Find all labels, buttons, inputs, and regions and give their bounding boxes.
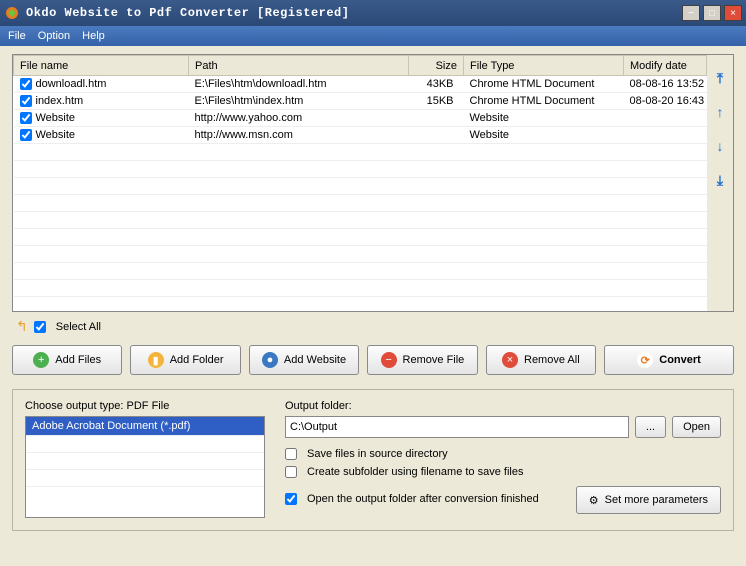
globe-icon: ● (262, 352, 278, 368)
minus-icon: − (381, 352, 397, 368)
output-type-list[interactable]: Adobe Acrobat Document (*.pdf) (25, 416, 265, 518)
col-size[interactable]: Size (409, 56, 464, 76)
row-checkbox[interactable] (20, 95, 32, 107)
remove-file-button[interactable]: −Remove File (367, 345, 477, 375)
create-subfolder-checkbox[interactable] (285, 466, 297, 478)
table-row[interactable]: downloadl.htmE:\Files\htm\downloadl.htm4… (14, 76, 707, 93)
table-row[interactable]: Websitehttp://www.yahoo.comWebsite (14, 110, 707, 127)
open-after-label: Open the output folder after conversion … (307, 493, 539, 505)
reorder-buttons: ⤒ ↑ ↓ ⤓ (707, 55, 733, 311)
table-header: File name Path Size File Type Modify dat… (14, 56, 707, 76)
row-checkbox[interactable] (20, 78, 32, 90)
remove-all-button[interactable]: ×Remove All (486, 345, 596, 375)
open-folder-button[interactable]: Open (672, 416, 721, 438)
titlebar: Okdo Website to Pdf Converter [Registere… (0, 0, 746, 26)
create-subfolder-label: Create subfolder using filename to save … (307, 466, 523, 478)
row-checkbox[interactable] (20, 129, 32, 141)
save-source-checkbox[interactable] (285, 448, 297, 460)
select-all-label: Select All (56, 321, 101, 333)
file-list: File name Path Size File Type Modify dat… (12, 54, 734, 312)
open-after-checkbox[interactable] (285, 493, 297, 505)
add-folder-button[interactable]: ▮Add Folder (130, 345, 240, 375)
row-checkbox[interactable] (20, 112, 32, 124)
table-row[interactable]: index.htmE:\Files\htm\index.htm15KBChrom… (14, 93, 707, 110)
move-down-button[interactable]: ↓ (711, 137, 729, 155)
plus-icon: + (33, 352, 49, 368)
choose-type-label: Choose output type: (25, 400, 123, 412)
col-path[interactable]: Path (189, 56, 409, 76)
folder-icon: ▮ (148, 352, 164, 368)
app-icon (4, 5, 20, 21)
move-top-button[interactable]: ⤒ (711, 69, 729, 87)
menu-help[interactable]: Help (82, 30, 105, 42)
col-filename[interactable]: File name (14, 56, 189, 76)
col-date[interactable]: Modify date (624, 56, 707, 76)
convert-icon: ⟳ (637, 352, 653, 368)
x-icon: × (502, 352, 518, 368)
browse-button[interactable]: ... (635, 416, 666, 438)
maximize-button[interactable]: □ (703, 5, 721, 21)
menubar: File Option Help (0, 26, 746, 46)
menu-option[interactable]: Option (38, 30, 70, 42)
move-up-button[interactable]: ↑ (711, 103, 729, 121)
output-folder-label: Output folder: (285, 400, 721, 412)
output-folder-input[interactable] (285, 416, 629, 438)
gear-icon: ⚙ (589, 494, 599, 507)
menu-file[interactable]: File (8, 30, 26, 42)
minimize-button[interactable]: − (682, 5, 700, 21)
move-bottom-button[interactable]: ⤓ (711, 171, 729, 189)
more-parameters-button[interactable]: ⚙Set more parameters (576, 486, 721, 514)
add-website-button[interactable]: ●Add Website (249, 345, 359, 375)
close-button[interactable]: × (724, 5, 742, 21)
table-row[interactable]: Websitehttp://www.msn.comWebsite (14, 127, 707, 144)
up-folder-icon[interactable]: ↰ (16, 318, 28, 335)
pdf-file-label: PDF File (127, 400, 170, 412)
save-source-label: Save files in source directory (307, 448, 448, 460)
col-type[interactable]: File Type (464, 56, 624, 76)
select-all-checkbox[interactable] (34, 321, 46, 333)
convert-button[interactable]: ⟳Convert (604, 345, 734, 375)
add-files-button[interactable]: +Add Files (12, 345, 122, 375)
output-type-item[interactable]: Adobe Acrobat Document (*.pdf) (26, 417, 264, 435)
window-title: Okdo Website to Pdf Converter [Registere… (26, 6, 682, 20)
